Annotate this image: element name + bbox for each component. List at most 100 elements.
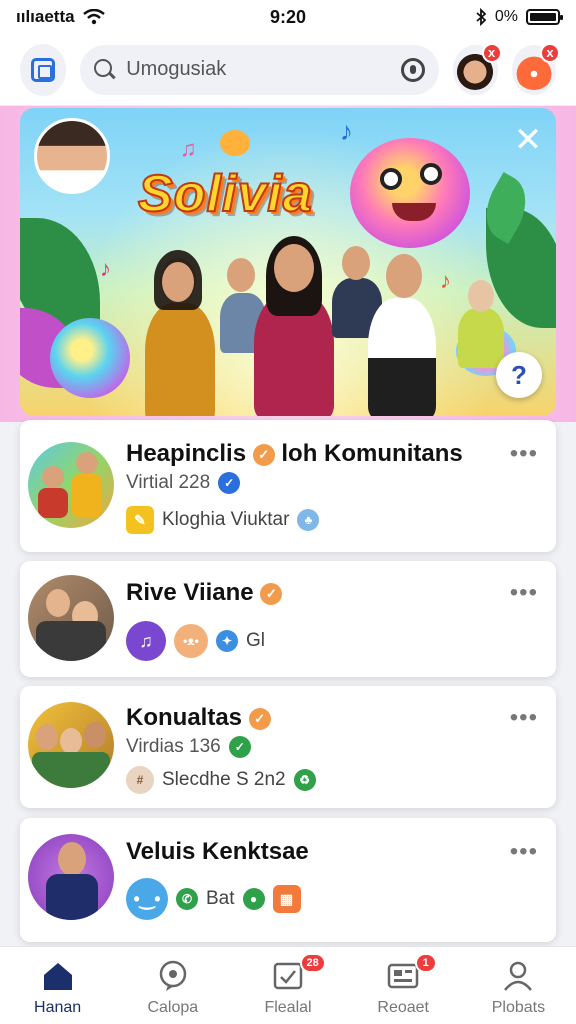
search-icon bbox=[94, 58, 116, 81]
pink-monster-mascot bbox=[350, 138, 470, 248]
music-note-icon: ♪ bbox=[440, 268, 451, 293]
close-icon[interactable]: ✕ bbox=[510, 122, 546, 158]
profile-icon bbox=[504, 961, 533, 991]
status-time: 9:20 bbox=[269, 6, 307, 27]
community-name: Veluis Kenktsae bbox=[126, 838, 309, 865]
community-name: Heapinclis bbox=[126, 440, 247, 467]
recycle-icon: ♻ bbox=[293, 769, 316, 791]
person-head bbox=[162, 262, 194, 302]
verified-icon: ✓ bbox=[260, 582, 283, 605]
avatar-button-1[interactable]: x bbox=[453, 42, 502, 95]
help-button[interactable]: ? bbox=[496, 352, 542, 398]
community-thumbnail bbox=[28, 702, 114, 788]
music-app-icon: ♫ bbox=[126, 621, 166, 661]
notification-badge: x bbox=[540, 42, 560, 63]
community-title: Konualtas ✓ bbox=[126, 704, 271, 732]
banner-host-avatar[interactable] bbox=[34, 118, 110, 194]
music-note-icon: ♪ bbox=[100, 256, 111, 281]
banner-section: ♪ ♫ ♪ ♪ Solivia ✕ ? bbox=[0, 106, 576, 422]
person-head bbox=[274, 244, 314, 292]
community-card[interactable]: Veluis Kenktsae •‿• ✆ Bat ● ▦ ••• bbox=[20, 818, 556, 942]
more-options-icon[interactable]: ••• bbox=[510, 704, 538, 732]
app-bar: x x bbox=[0, 34, 576, 106]
community-card[interactable]: Heapinclis ✓ loh Komunitans Virtial 228 … bbox=[20, 420, 556, 552]
check-icon: ✓ bbox=[218, 472, 241, 494]
verified-icon: ✓ bbox=[252, 443, 275, 466]
community-activity: ✎ Kloghia Viuktar ♣ bbox=[126, 506, 320, 534]
community-title: Veluis Kenktsae bbox=[126, 838, 309, 866]
community-subtitle: Virdias 136 ✓ bbox=[126, 736, 251, 758]
member-count: Virtial 228 bbox=[126, 472, 211, 493]
community-activity: ♫ •ᴥ• ✦ Gl bbox=[126, 621, 265, 661]
person-head bbox=[227, 258, 255, 292]
person-head bbox=[468, 280, 494, 312]
community-thumbnail bbox=[28, 575, 114, 661]
status-bar: ıılıaetta 9:20 0% bbox=[0, 0, 576, 34]
nav-label: Hanan bbox=[34, 999, 82, 1016]
wifi-icon bbox=[82, 9, 105, 25]
nav-label: Flealal bbox=[264, 999, 312, 1016]
nav-badge: 28 bbox=[299, 953, 326, 973]
community-activity: # Slecdhe S 2n2 ♻ bbox=[126, 766, 316, 794]
tree-icon: ♣ bbox=[297, 509, 320, 531]
bluetooth-icon bbox=[476, 8, 487, 26]
activity-text: Bat bbox=[206, 888, 235, 909]
nav-messages[interactable]: 1 Reoaet bbox=[346, 947, 461, 1024]
person-figure bbox=[458, 308, 504, 368]
member-count: Virdias 136 bbox=[126, 736, 221, 757]
person-figure bbox=[145, 303, 215, 416]
whatsapp-icon: ● bbox=[242, 888, 265, 910]
nav-chat[interactable]: Calopa bbox=[115, 947, 230, 1024]
small-monster bbox=[220, 130, 250, 156]
chat-bubble-icon: ✆ bbox=[176, 888, 198, 910]
monster-eye bbox=[420, 163, 442, 185]
community-activity: •‿• ✆ Bat ● ▦ bbox=[126, 878, 301, 920]
community-thumbnail bbox=[28, 442, 114, 528]
community-name: Rive Viiane bbox=[126, 579, 254, 606]
bottom-navigation: Hanan Calopa 28 Flealal 1 Reoaet Plobats bbox=[0, 946, 576, 1024]
square-icon bbox=[31, 57, 56, 82]
emoji-icon: •‿• bbox=[126, 878, 168, 920]
community-name: Konualtas bbox=[126, 704, 243, 731]
person-head bbox=[342, 246, 370, 280]
menu-button[interactable] bbox=[20, 43, 67, 96]
community-card[interactable]: Konualtas ✓ Virdias 136 ✓ # Slecdhe S 2n… bbox=[20, 686, 556, 808]
music-note-icon: ♪ bbox=[340, 116, 353, 146]
more-options-icon[interactable]: ••• bbox=[510, 440, 538, 468]
rainbow-monster bbox=[50, 318, 130, 398]
game-icon: ▦ bbox=[272, 885, 301, 913]
avatar-button-2[interactable]: x bbox=[511, 42, 560, 95]
battery-percent: 0% bbox=[494, 8, 518, 25]
promo-banner[interactable]: ♪ ♫ ♪ ♪ Solivia ✕ ? bbox=[20, 108, 556, 416]
note-icon: ✎ bbox=[126, 506, 154, 534]
verified-icon: ✓ bbox=[248, 707, 271, 730]
nav-label: Calopa bbox=[147, 999, 199, 1016]
grid-icon: # bbox=[126, 766, 154, 794]
nav-label: Reoaet bbox=[377, 999, 429, 1016]
nav-badge: 1 bbox=[414, 953, 437, 973]
search-bar[interactable] bbox=[80, 44, 440, 95]
nav-home[interactable]: Hanan bbox=[0, 947, 115, 1024]
record-icon[interactable] bbox=[401, 57, 426, 82]
community-card[interactable]: Rive Viiane ✓ ♫ •ᴥ• ✦ Gl ••• bbox=[20, 561, 556, 677]
search-input[interactable] bbox=[126, 58, 392, 81]
status-left: ıılıaetta bbox=[16, 7, 216, 27]
activity-text: Kloghia Viuktar bbox=[162, 509, 290, 530]
activity-text: Slecdhe S 2n2 bbox=[162, 769, 286, 790]
person-head bbox=[386, 254, 422, 298]
music-note-icon: ♫ bbox=[180, 136, 197, 161]
person-figure bbox=[368, 298, 436, 416]
carrier-text: ıılıaetta bbox=[16, 7, 75, 26]
nav-feed[interactable]: 28 Flealal bbox=[230, 947, 345, 1024]
hamster-icon: •ᴥ• bbox=[174, 624, 208, 658]
shield-icon: ✓ bbox=[228, 736, 251, 758]
community-thumbnail bbox=[28, 834, 114, 920]
nav-profile[interactable]: Plobats bbox=[461, 947, 576, 1024]
community-title: Heapinclis ✓ loh Komunitans bbox=[126, 440, 463, 468]
community-name-suffix: loh Komunitans bbox=[281, 440, 463, 467]
more-options-icon[interactable]: ••• bbox=[510, 838, 538, 866]
more-options-icon[interactable]: ••• bbox=[510, 579, 538, 607]
community-title: Rive Viiane ✓ bbox=[126, 579, 283, 607]
chat-icon bbox=[159, 960, 187, 991]
status-right: 0% bbox=[360, 8, 563, 26]
